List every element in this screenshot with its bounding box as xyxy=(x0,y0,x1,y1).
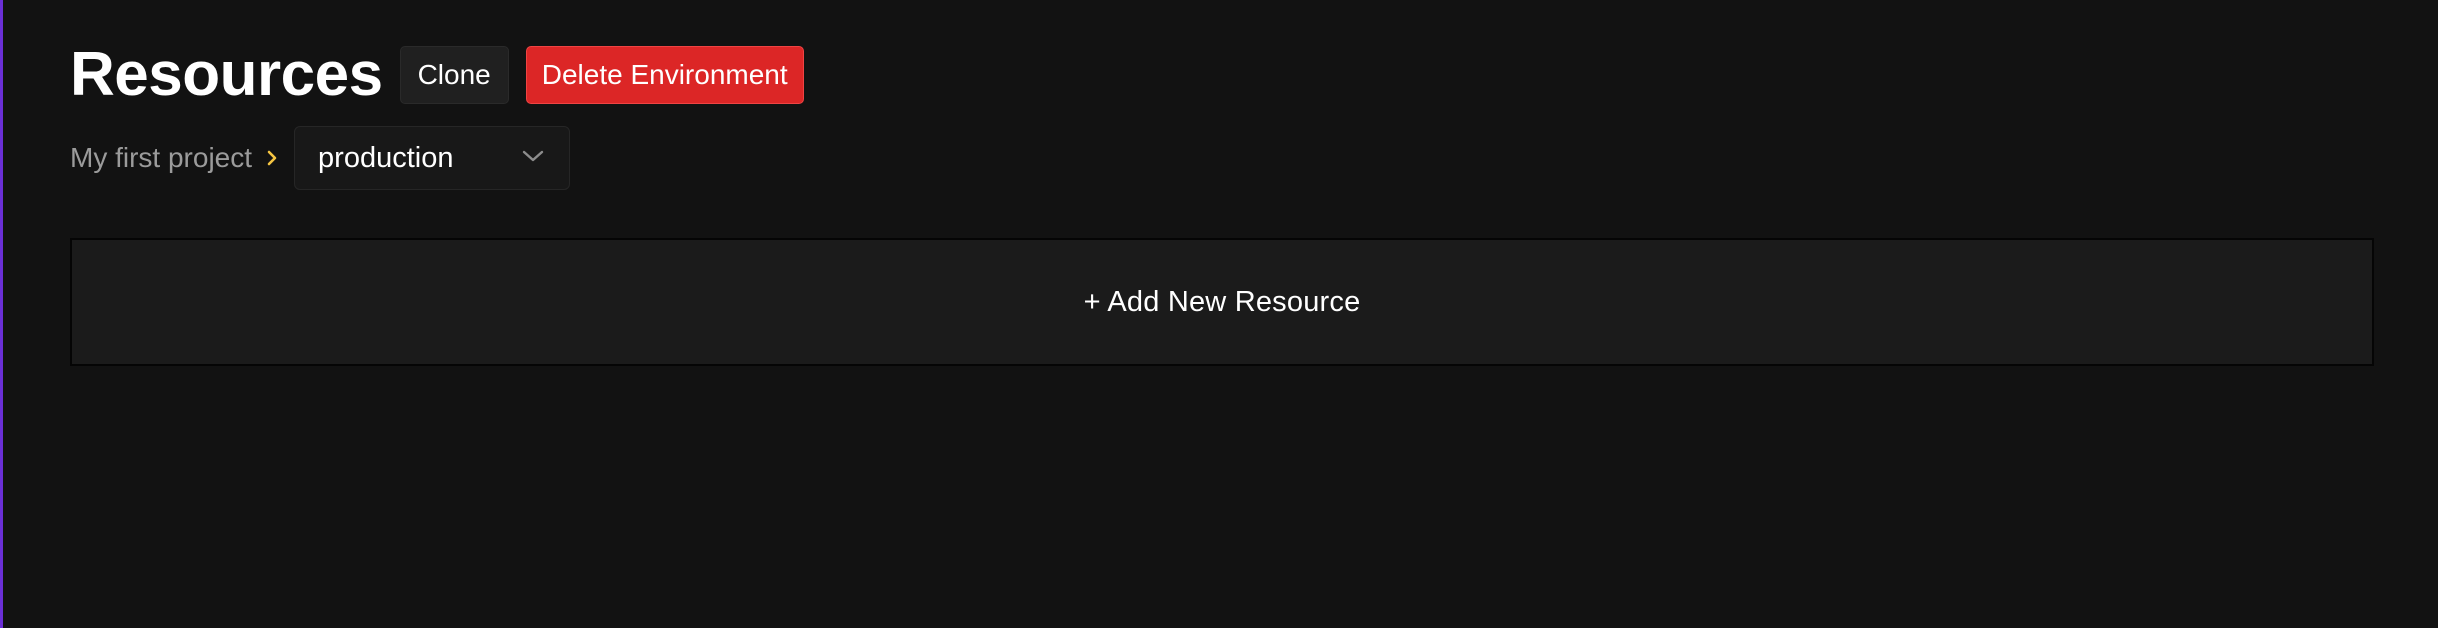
breadcrumb-project-link[interactable]: My first project xyxy=(70,126,252,190)
delete-environment-button[interactable]: Delete Environment xyxy=(525,46,804,104)
environment-select-value: production xyxy=(318,141,454,174)
clone-button[interactable]: Clone xyxy=(399,46,509,104)
left-accent-border xyxy=(0,0,3,628)
page-header: Resources Clone Delete Environment xyxy=(70,40,804,110)
chevron-down-icon xyxy=(521,149,545,168)
chevron-right-icon xyxy=(266,149,278,167)
resources-page: Resources Clone Delete Environment My fi… xyxy=(0,0,2438,628)
environment-select[interactable]: production xyxy=(294,126,571,190)
page-title: Resources xyxy=(70,40,383,109)
breadcrumb: My first project production xyxy=(70,126,571,190)
add-new-resource-label: + Add New Resource xyxy=(1083,285,1361,318)
add-new-resource-button[interactable]: + Add New Resource xyxy=(70,238,2374,366)
